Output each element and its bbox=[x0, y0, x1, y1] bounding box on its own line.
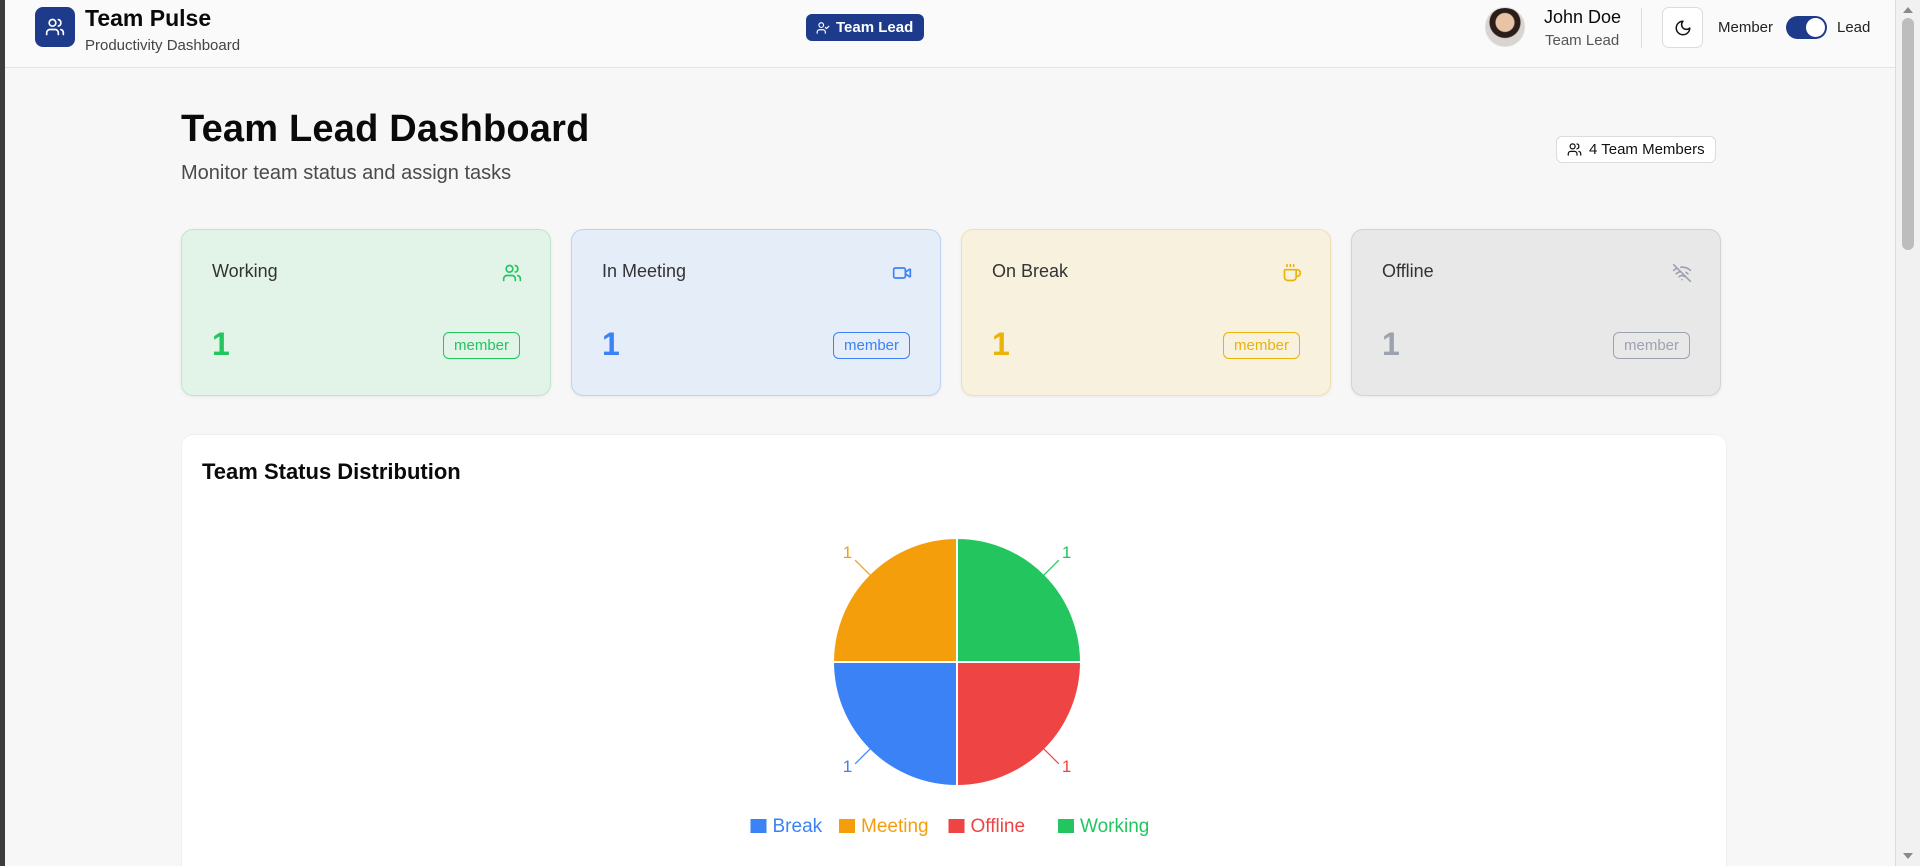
top-header: Team Pulse Productivity Dashboard Team L… bbox=[5, 0, 1895, 68]
mode-lead-label: Lead bbox=[1837, 19, 1871, 36]
status-card-count: 1 bbox=[992, 326, 1010, 362]
legend-item-meeting[interactable]: Meeting bbox=[861, 816, 929, 837]
status-card-offline[interactable]: Offline 1 member bbox=[1351, 229, 1721, 396]
status-card-badge: member bbox=[442, 332, 520, 359]
page-title: Team Lead Dashboard bbox=[181, 108, 590, 150]
page-subtitle: Monitor team status and assign tasks bbox=[181, 162, 512, 184]
legend-swatch-offline bbox=[948, 819, 965, 833]
status-card-working[interactable]: Working 1 member bbox=[181, 229, 551, 396]
video-icon bbox=[892, 267, 912, 279]
users-icon bbox=[45, 18, 65, 36]
status-card-label: Offline bbox=[1382, 261, 1434, 281]
pie-data-label: 1 bbox=[843, 757, 852, 776]
pie-label-line bbox=[1042, 747, 1060, 765]
status-card-count: 1 bbox=[1382, 326, 1400, 362]
scroll-up-icon[interactable] bbox=[1903, 7, 1913, 13]
avatar[interactable] bbox=[1485, 7, 1525, 47]
wifi-off-icon bbox=[1672, 263, 1692, 283]
app-title: Team Pulse bbox=[85, 5, 212, 31]
user-name: John Doe bbox=[1544, 7, 1622, 27]
mode-toggle[interactable] bbox=[1786, 16, 1827, 39]
vertical-scrollbar[interactable] bbox=[1895, 0, 1920, 866]
pie-label-line bbox=[1042, 559, 1060, 577]
role-badge-label: Team Lead bbox=[836, 19, 914, 36]
users-icon bbox=[1567, 143, 1582, 156]
header-divider bbox=[1641, 8, 1642, 48]
user-role: Team Lead bbox=[1545, 32, 1620, 49]
coffee-icon bbox=[1283, 263, 1302, 282]
status-card-label: On Break bbox=[992, 261, 1069, 281]
legend-swatch-break bbox=[750, 819, 767, 833]
app-subtitle: Productivity Dashboard bbox=[85, 37, 241, 54]
pie-data-label: 1 bbox=[1062, 543, 1071, 562]
status-card-in-meeting[interactable]: In Meeting 1 member bbox=[571, 229, 941, 396]
mode-member-label: Member bbox=[1718, 19, 1774, 36]
status-card-badge: member bbox=[1222, 332, 1300, 359]
status-distribution-card: Team Status Distribution 1 1 1 1 Break Meetin… bbox=[181, 434, 1727, 866]
status-card-badge: member bbox=[1612, 332, 1690, 359]
legend-item-offline[interactable]: Offline bbox=[971, 816, 1026, 837]
role-badge: Team Lead bbox=[806, 14, 925, 41]
pie-label-line bbox=[854, 747, 872, 765]
moon-icon bbox=[1675, 20, 1690, 35]
status-card-count: 1 bbox=[602, 326, 620, 362]
logo[interactable] bbox=[35, 7, 75, 47]
user-check-icon bbox=[816, 21, 830, 34]
pie-data-label: 1 bbox=[1062, 757, 1071, 776]
status-card-badge: member bbox=[832, 332, 910, 359]
mode-toggle-knob bbox=[1806, 18, 1825, 37]
status-pie-chart: 1 1 1 1 Break Meeting Offline Working bbox=[750, 536, 1149, 837]
legend-swatch-working bbox=[1058, 819, 1074, 833]
team-members-badge: 4 Team Members bbox=[1556, 136, 1716, 163]
status-card-on-break[interactable]: On Break 1 member bbox=[961, 229, 1331, 396]
status-card-label: Working bbox=[212, 261, 278, 281]
pie-data-label: 1 bbox=[843, 543, 852, 562]
users-icon bbox=[502, 264, 522, 282]
theme-toggle-button[interactable] bbox=[1662, 7, 1703, 48]
legend-item-working[interactable]: Working bbox=[1080, 816, 1149, 837]
scroll-down-icon[interactable] bbox=[1903, 853, 1913, 859]
app-viewport: Team Pulse Productivity Dashboard Team L… bbox=[5, 0, 1895, 866]
legend-item-break[interactable]: Break bbox=[773, 816, 823, 837]
legend-swatch-meeting bbox=[839, 819, 855, 833]
team-members-count: 4 Team Members bbox=[1589, 141, 1705, 158]
scroll-thumb[interactable] bbox=[1902, 18, 1914, 250]
status-card-count: 1 bbox=[212, 326, 230, 362]
status-card-label: In Meeting bbox=[602, 261, 687, 281]
pie-label-line bbox=[854, 559, 872, 577]
